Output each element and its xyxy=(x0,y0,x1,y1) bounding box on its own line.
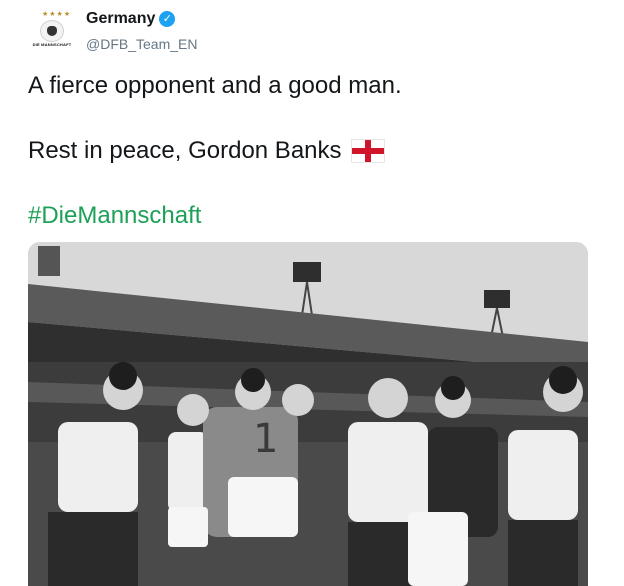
svg-text:1: 1 xyxy=(253,416,278,462)
tweet-header: ★★★★ DIE MANNSCHAFT Germany ✓ @DFB_Team_… xyxy=(28,8,598,54)
tweet-text-line-1: A fierce opponent and a good man. xyxy=(28,72,402,99)
avatar-caption: DIE MANNSCHAFT xyxy=(32,42,72,47)
stars-icon: ★★★★ xyxy=(42,11,72,18)
hashtag-link[interactable]: #DieMannschaft xyxy=(28,202,201,230)
verified-badge-icon: ✓ xyxy=(159,11,176,27)
display-name[interactable]: Germany xyxy=(86,10,155,28)
tweet-text-line-2: Rest in peace, Gordon Banks xyxy=(28,137,384,165)
tweet-photo[interactable]: 1 xyxy=(28,242,588,586)
tweet-text-line-2-text: Rest in peace, Gordon Banks xyxy=(28,137,342,164)
stadium-photo-illustration: 1 xyxy=(28,242,588,586)
user-handle[interactable]: @DFB_Team_EN xyxy=(86,36,197,52)
avatar[interactable]: ★★★★ DIE MANNSCHAFT xyxy=(28,8,76,54)
name-row: Germany ✓ xyxy=(86,10,176,28)
england-flag-icon xyxy=(351,140,384,162)
dfb-eagle-icon xyxy=(40,20,64,42)
